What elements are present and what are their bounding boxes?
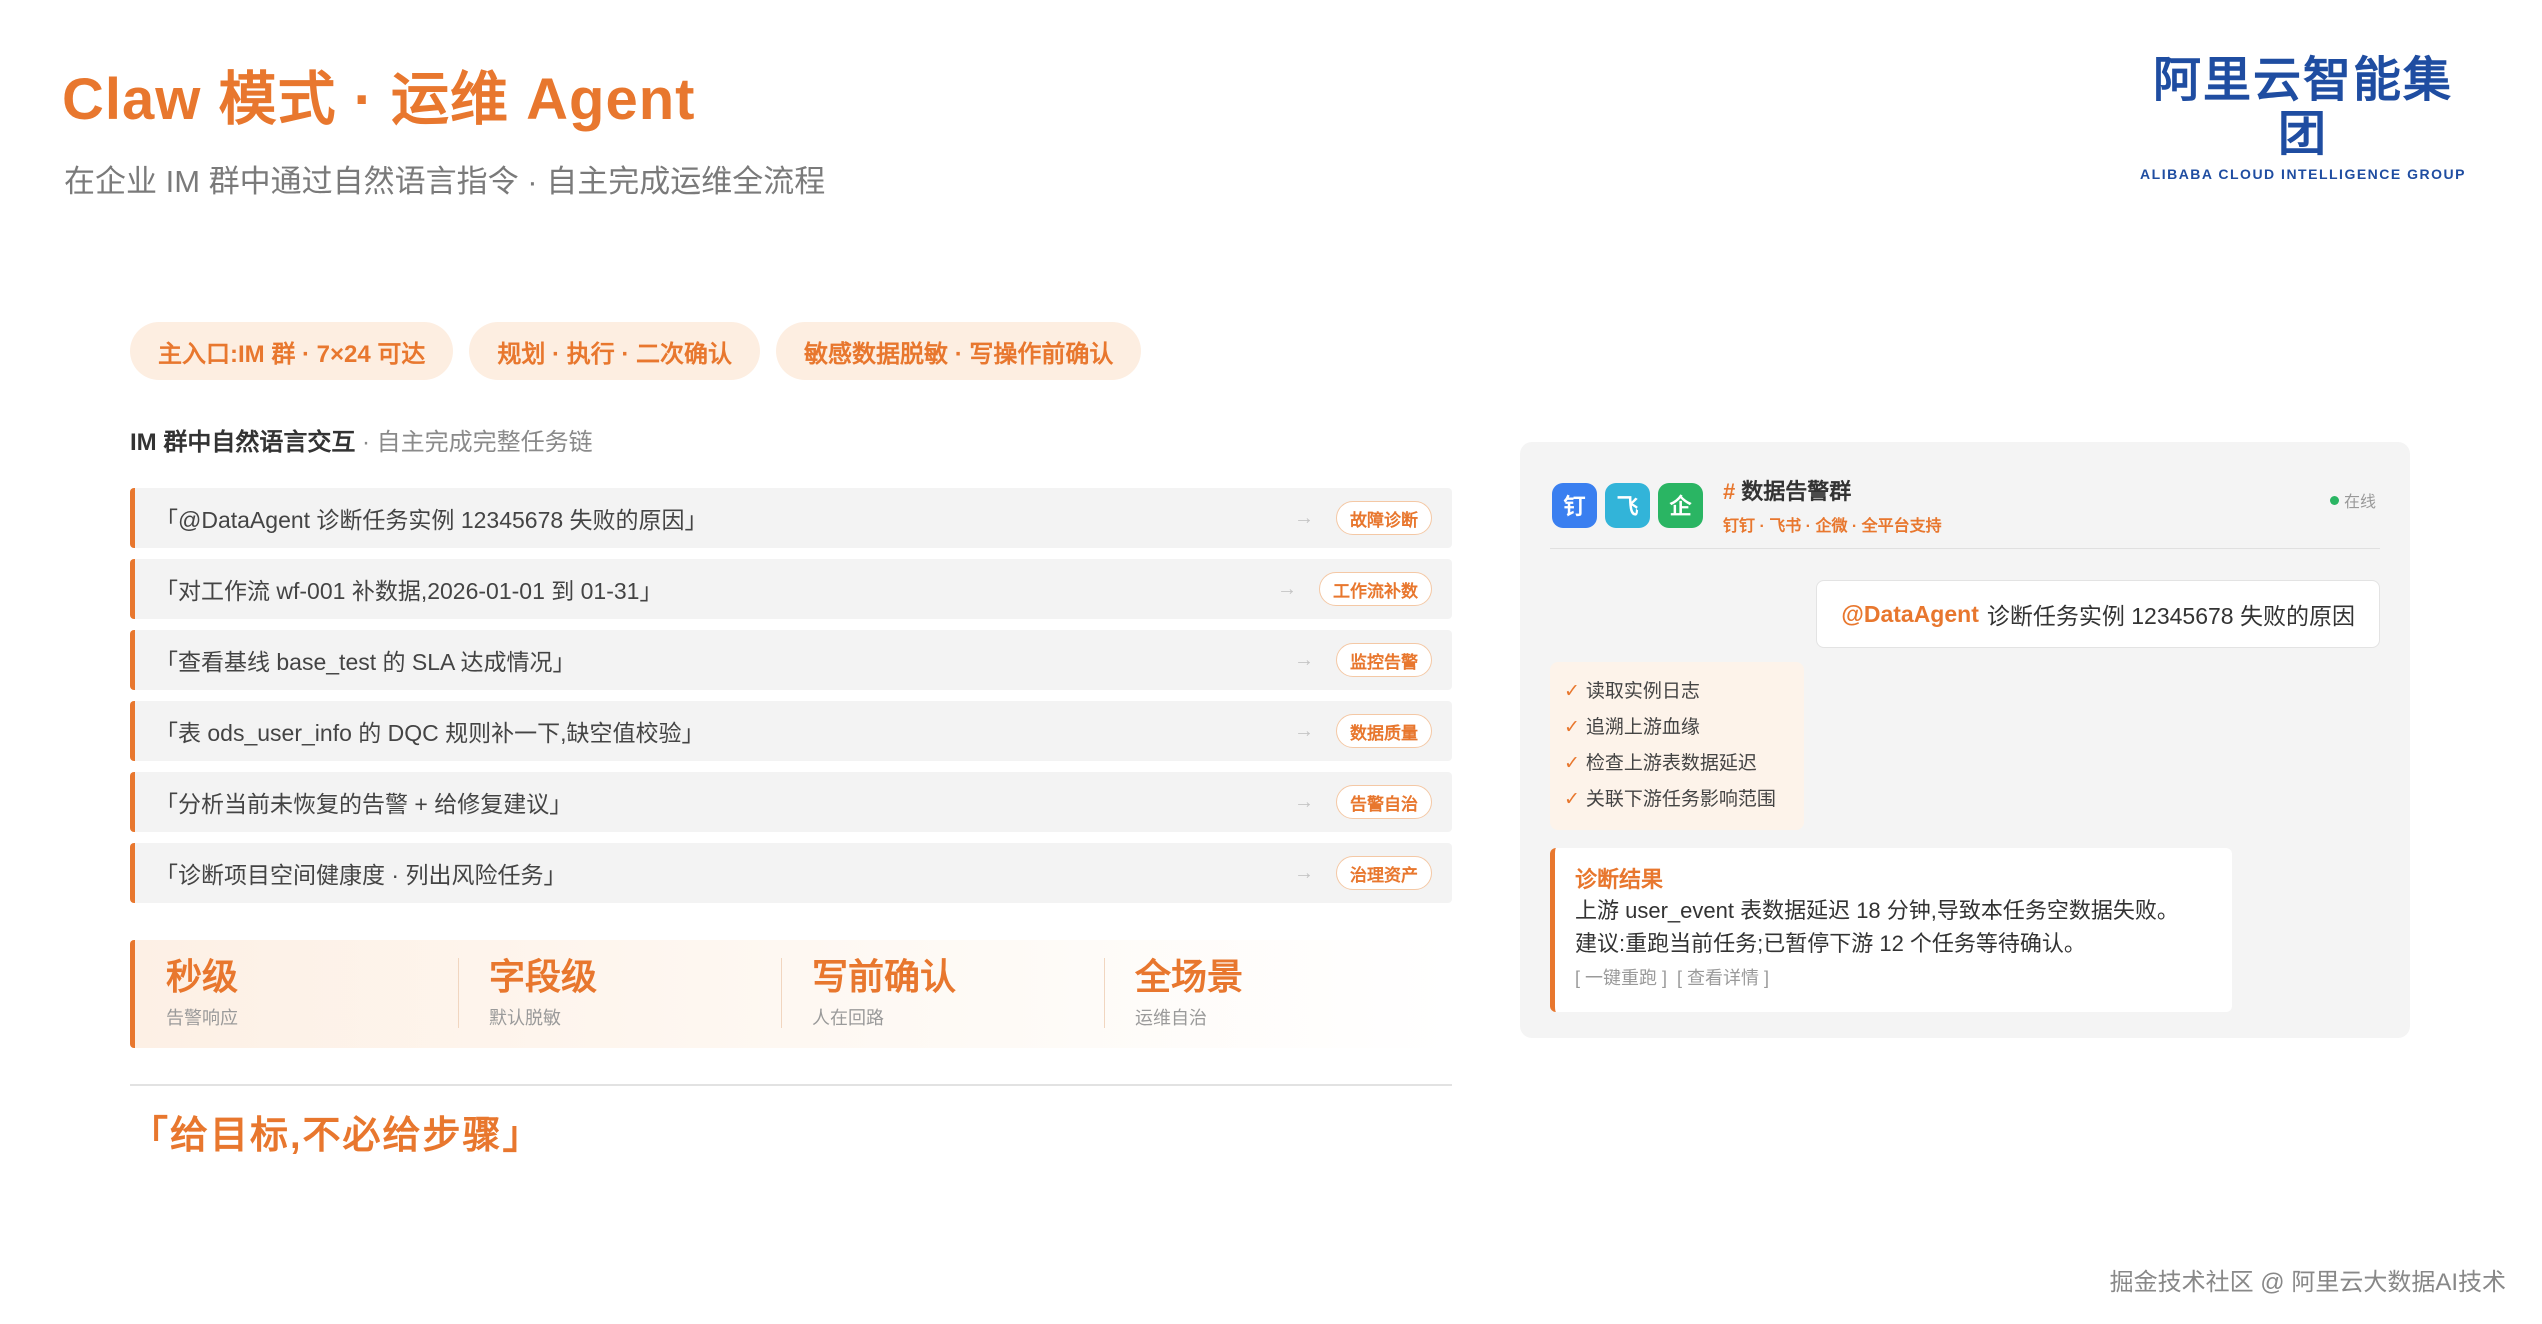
pill-entry: 主入口:IM 群 · 7×24 可达: [130, 322, 454, 380]
online-status: 在线: [2329, 488, 2376, 512]
stat-item: 秒级 告警响应: [135, 940, 458, 1048]
result-title: 诊断结果: [1575, 867, 1664, 892]
status-dot-icon: [2329, 495, 2339, 505]
mention-tag[interactable]: @DataAgent: [1841, 601, 1978, 628]
command-item[interactable]: 「分析当前未恢复的告警 + 给修复建议」 → 告警自治: [130, 772, 1452, 832]
feature-pills: 主入口:IM 群 · 7×24 可达 规划 · 执行 · 二次确认 敏感数据脱敏…: [130, 322, 1142, 380]
result-line: 建议:重跑当前任务;已暂停下游 12 个任务等待确认。: [1575, 931, 2086, 956]
command-text: 「对工作流 wf-001 补数据,2026-01-01 到 01-31」: [155, 578, 663, 604]
logo-text-cn: 阿里云智能集团: [2152, 54, 2453, 161]
wecom-icon[interactable]: 企: [1658, 482, 1703, 528]
arrow-right-icon: →: [1277, 577, 1297, 600]
step-item: ✓ 追溯上游血缘: [1564, 710, 1790, 746]
arrow-right-icon: →: [1294, 861, 1314, 884]
command-text: 「@DataAgent 诊断任务实例 12345678 失败的原因」: [155, 507, 708, 533]
step-item: ✓ 读取实例日志: [1564, 674, 1790, 710]
stat-label: 告警响应: [166, 1008, 238, 1028]
page-subtitle: 在企业 IM 群中通过自然语言指令 · 自主完成运维全流程: [64, 164, 826, 199]
step-item: ✓ 检查上游表数据延迟: [1564, 746, 1790, 782]
hash-icon: #: [1723, 479, 1736, 504]
command-item[interactable]: 「查看基线 base_test 的 SLA 达成情况」 → 监控告警: [130, 630, 1452, 690]
user-message-bubble: @DataAgent 诊断任务实例 12345678 失败的原因: [1816, 580, 2380, 648]
step-item: ✓ 关联下游任务影响范围: [1564, 782, 1790, 818]
command-text: 「查看基线 base_test 的 SLA 达成情况」: [155, 649, 576, 675]
feishu-icon[interactable]: 飞: [1605, 482, 1650, 528]
command-item[interactable]: 「@DataAgent 诊断任务实例 12345678 失败的原因」 → 故障诊…: [130, 488, 1452, 548]
check-icon: ✓: [1564, 789, 1580, 810]
agent-steps: ✓ 读取实例日志 ✓ 追溯上游血缘 ✓ 检查上游表数据延迟 ✓ 关联下游任务影响范围: [1550, 662, 1804, 830]
check-icon: ✓: [1564, 681, 1580, 702]
stat-label: 默认脱敏: [489, 1008, 561, 1028]
watermark: 掘金技术社区 @ 阿里云大数据AI技术: [2109, 1269, 2506, 1296]
group-name: # 数据告警群: [1723, 474, 1942, 506]
step-text: 检查上游表数据延迟: [1585, 753, 1757, 774]
command-tag: 故障诊断: [1336, 501, 1432, 535]
arrow-right-icon: →: [1294, 790, 1314, 813]
command-tag: 监控告警: [1336, 643, 1432, 677]
chat-panel: 钉 飞 企 # 数据告警群 钉钉 · 飞书 · 企微 · 全平台支持 在线 @Da…: [1520, 442, 2410, 1038]
section-heading-bold: IM 群中自然语言交互: [130, 429, 356, 456]
section-heading-rest: · 自主完成完整任务链: [355, 429, 593, 456]
command-text: 「分析当前未恢复的告警 + 给修复建议」: [155, 791, 573, 817]
group-platforms: 钉钉 · 飞书 · 企微 · 全平台支持: [1723, 518, 1942, 535]
view-details-button[interactable]: [ 查看详情 ]: [1677, 968, 1769, 988]
slogan: 「给目标,不必给步骤」: [130, 1115, 543, 1157]
chat-divider: [1550, 548, 2380, 549]
arrow-right-icon: →: [1294, 648, 1314, 671]
step-text: 读取实例日志: [1585, 681, 1700, 702]
divider: [130, 1084, 1452, 1086]
arrow-right-icon: →: [1294, 506, 1314, 529]
check-icon: ✓: [1564, 753, 1580, 774]
pill-security: 敏感数据脱敏 · 写操作前确认: [776, 322, 1142, 380]
command-text: 「诊断项目空间健康度 · 列出风险任务」: [155, 862, 567, 888]
command-tag: 告警自治: [1336, 785, 1432, 819]
arrow-right-icon: →: [1294, 719, 1314, 742]
pill-plan: 规划 · 执行 · 二次确认: [469, 322, 761, 380]
stat-item: 写前确认 人在回路: [781, 940, 1104, 1048]
check-icon: ✓: [1564, 717, 1580, 738]
stat-value: 写前确认: [812, 956, 957, 997]
dingtalk-icon[interactable]: 钉: [1552, 482, 1597, 528]
company-logo: 阿里云智能集团 ALIBABA CLOUD INTELLIGENCE GROUP: [2138, 54, 2468, 182]
stat-item: 全场景 运维自治: [1104, 940, 1427, 1048]
command-item[interactable]: 「诊断项目空间健康度 · 列出风险任务」 → 治理资产: [130, 843, 1452, 903]
command-item[interactable]: 「对工作流 wf-001 补数据,2026-01-01 到 01-31」 → 工…: [130, 559, 1452, 619]
command-tag: 工作流补数: [1319, 572, 1432, 606]
stat-value: 字段级: [489, 956, 598, 997]
logo-text-en: ALIBABA CLOUD INTELLIGENCE GROUP: [2140, 166, 2466, 182]
command-list: 「@DataAgent 诊断任务实例 12345678 失败的原因」 → 故障诊…: [130, 488, 1452, 914]
user-message-text: 诊断任务实例 12345678 失败的原因: [1986, 603, 2355, 629]
result-line: 上游 user_event 表数据延迟 18 分钟,导致本任务空数据失败。: [1575, 898, 2179, 923]
command-tag: 治理资产: [1336, 856, 1432, 890]
stat-label: 运维自治: [1135, 1008, 1207, 1028]
rerun-button[interactable]: [ 一键重跑 ]: [1575, 968, 1667, 988]
result-actions: [ 一键重跑 ] [ 查看详情 ]: [1575, 964, 2212, 990]
group-name-text: 数据告警群: [1741, 479, 1852, 504]
step-text: 关联下游任务影响范围: [1585, 789, 1776, 810]
section-heading: IM 群中自然语言交互 · 自主完成完整任务链: [130, 422, 593, 457]
command-text: 「表 ods_user_info 的 DQC 规则补一下,缺空值校验」: [155, 720, 705, 746]
stat-item: 字段级 默认脱敏: [458, 940, 781, 1048]
page-title: Claw 模式 · 运维 Agent: [62, 67, 696, 132]
chat-header: 钉 飞 企 # 数据告警群 钉钉 · 飞书 · 企微 · 全平台支持: [1552, 474, 1942, 536]
status-text: 在线: [2343, 494, 2376, 511]
stats-panel: 秒级 告警响应 字段级 默认脱敏 写前确认 人在回路 全场景 运维自治: [130, 940, 1452, 1048]
stat-label: 人在回路: [812, 1008, 884, 1028]
stat-value: 全场景: [1135, 956, 1244, 997]
stat-value: 秒级: [166, 956, 239, 997]
group-info: # 数据告警群 钉钉 · 飞书 · 企微 · 全平台支持: [1723, 474, 1942, 536]
diagnosis-result-card: 诊断结果 上游 user_event 表数据延迟 18 分钟,导致本任务空数据失…: [1550, 848, 2232, 1012]
step-text: 追溯上游血缘: [1585, 717, 1700, 738]
command-item[interactable]: 「表 ods_user_info 的 DQC 规则补一下,缺空值校验」 → 数据…: [130, 701, 1452, 761]
command-tag: 数据质量: [1336, 714, 1432, 748]
